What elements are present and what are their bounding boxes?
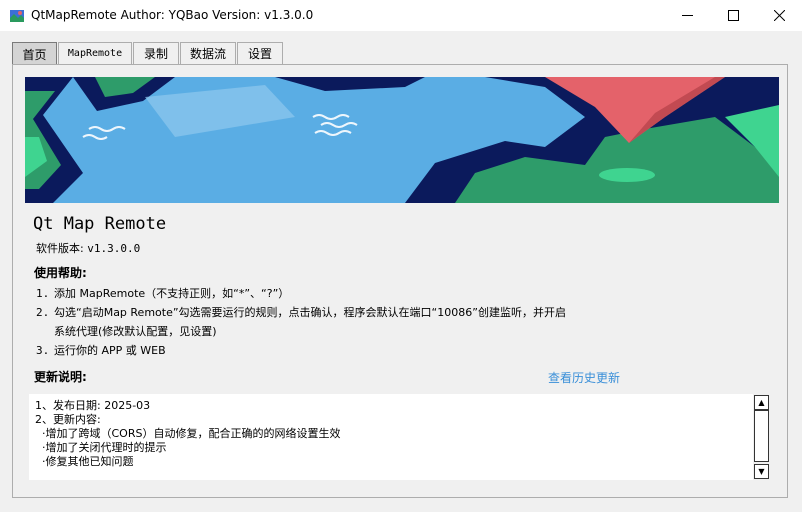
- help-item-text: 添加 MapRemote（不支持正则，如“*”、“?”）: [54, 287, 290, 300]
- app-name: Qt Map Remote: [33, 214, 167, 234]
- help-item-number: 1.: [36, 287, 50, 300]
- update-notes-text: 1、发布日期: 2025-03 2、更新内容: ·增加了跨域（CORS）自动修复…: [35, 399, 341, 468]
- version-line: 软件版本: v1.3.0.0: [36, 240, 140, 256]
- tab-settings[interactable]: 设置: [237, 42, 283, 64]
- tab-dataflow[interactable]: 数据流: [180, 42, 236, 64]
- title-bar: QtMapRemote Author: YQBao Version: v1.3.…: [0, 0, 802, 31]
- close-icon: [773, 10, 785, 21]
- help-item-number: 3.: [36, 344, 50, 357]
- maximize-button[interactable]: [710, 0, 756, 31]
- window-title: QtMapRemote Author: YQBao Version: v1.3.…: [31, 8, 314, 22]
- help-item: 系统代理(修改默认配置，见设置): [36, 322, 566, 341]
- banner-map-illustration: [25, 77, 779, 203]
- help-item-text: 勾选“启动Map Remote”勾选需要运行的规则，点击确认，程序会默认在端口“…: [54, 306, 566, 319]
- update-title: 更新说明:: [34, 370, 87, 384]
- minimize-button[interactable]: [664, 0, 710, 31]
- history-link[interactable]: 查看历史更新: [548, 369, 620, 386]
- scroll-down-button[interactable]: ▼: [754, 464, 769, 479]
- help-item: 3. 运行你的 APP 或 WEB: [36, 341, 566, 360]
- scroll-up-button[interactable]: ▲: [754, 395, 769, 410]
- scroll-track[interactable]: [754, 410, 769, 462]
- maximize-icon: [727, 10, 739, 21]
- help-item-number: 2.: [36, 306, 50, 319]
- vertical-scrollbar[interactable]: ▲ ▼: [753, 394, 770, 480]
- help-item: 2. 勾选“启动Map Remote”勾选需要运行的规则，点击确认，程序会默认在端…: [36, 303, 566, 322]
- tab-record[interactable]: 录制: [133, 42, 179, 64]
- help-item-text: 系统代理(修改默认配置，见设置): [54, 325, 217, 338]
- minimize-icon: [681, 15, 693, 16]
- tab-mapremote[interactable]: MapRemote: [58, 42, 132, 64]
- help-item-text: 运行你的 APP 或 WEB: [54, 344, 166, 357]
- triangle-down-icon: ▼: [758, 467, 765, 476]
- help-item: 1. 添加 MapRemote（不支持正则，如“*”、“?”）: [36, 284, 566, 303]
- version-value: v1.3.0.0: [87, 242, 141, 255]
- home-panel: Qt Map Remote 软件版本: v1.3.0.0 使用帮助: 1. 添加 …: [12, 64, 788, 498]
- app-icon: [10, 10, 24, 22]
- version-label: 软件版本:: [36, 242, 84, 255]
- triangle-up-icon: ▲: [758, 398, 765, 407]
- update-notes-box[interactable]: 1、发布日期: 2025-03 2、更新内容: ·增加了跨域（CORS）自动修复…: [29, 394, 770, 480]
- help-title: 使用帮助:: [34, 266, 87, 280]
- close-button[interactable]: [756, 0, 802, 31]
- tab-home[interactable]: 首页: [12, 42, 57, 65]
- help-list: 1. 添加 MapRemote（不支持正则，如“*”、“?”） 2. 勾选“启动Ma…: [36, 284, 566, 360]
